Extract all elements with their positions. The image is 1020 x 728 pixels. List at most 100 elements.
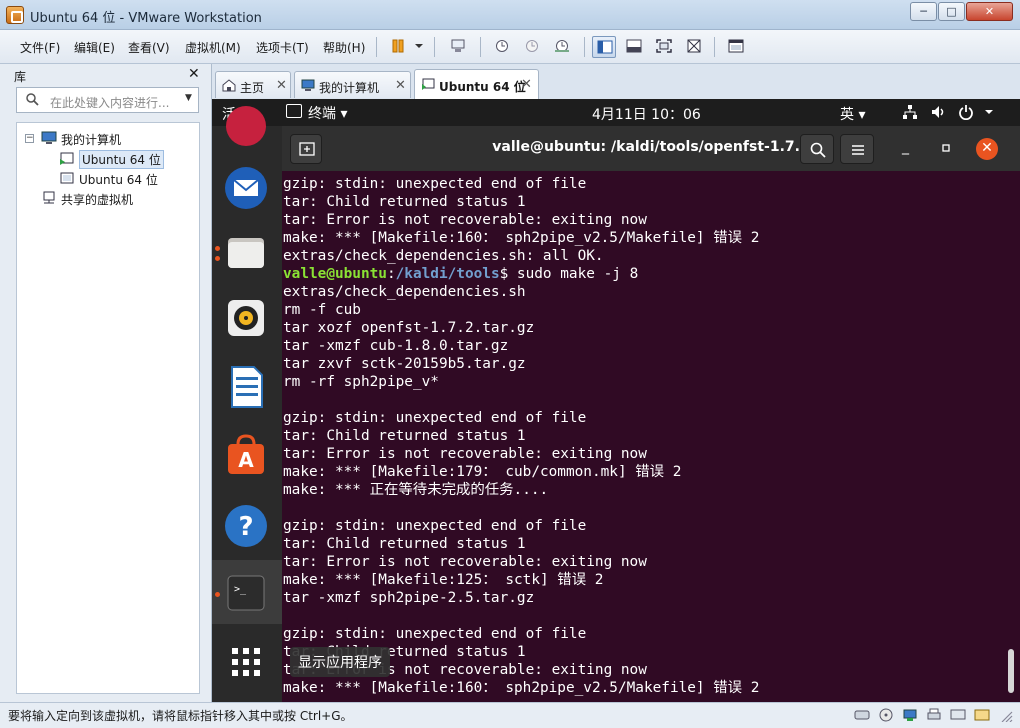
ubuntu-software-icon: A [228,434,264,474]
thumbnail-view-icon [626,39,642,53]
menu-vm[interactable]: 虚拟机(M) [185,39,241,56]
terminal-line: rm -f cub [283,302,361,318]
terminal-line: make: *** [Makefile:160： sph2pipe_v2.5/M… [283,230,760,246]
terminal-header-bar: valle@ubuntu: /kaldi/tools/openfst-1.7.2… [282,126,1020,171]
menu-view[interactable]: 查看(V) [128,39,170,56]
tab-close-icon[interactable]: ✕ [276,78,287,93]
dock-terminal[interactable]: >_ [222,568,270,616]
chevron-down-icon[interactable]: ▼ [185,93,192,103]
dock-rhythmbox[interactable] [222,294,270,342]
menu-tabs[interactable]: 选项卡(T) [256,39,309,56]
terminal-output[interactable]: gzip: stdin: unexpected end of file tar:… [282,171,1020,702]
window-title: Ubuntu 64 位 - VMware Workstation [30,11,262,26]
terminal-icon: >_ [227,575,265,611]
take-snapshot-button[interactable] [490,36,514,58]
dock-firefox[interactable] [222,102,270,150]
tab-home[interactable]: 主页 ✕ [215,71,291,98]
terminal-line: gzip: stdin: unexpected end of file [283,410,587,426]
computer-icon [301,79,315,91]
menu-help[interactable]: 帮助(H) [323,39,365,56]
tree-item-vm-ubuntu-2[interactable]: Ubuntu 64 位 [17,169,197,189]
power-icon[interactable] [958,104,974,120]
power-dropdown[interactable] [410,36,426,58]
display-icon[interactable] [950,708,966,722]
firefox-icon [226,106,266,146]
network-icon[interactable] [902,104,918,120]
dock-ubuntu-software[interactable]: A [222,432,270,480]
console-view-button[interactable] [724,36,748,58]
menu-edit[interactable]: 编辑(E) [74,39,115,56]
fullscreen-button[interactable] [652,36,676,58]
snapshot-manager-icon [555,40,569,52]
prompt-user: valle@ubuntu [283,266,387,282]
printer-icon[interactable] [926,708,942,722]
cd-drive-icon[interactable] [878,708,894,722]
terminal-menu-button[interactable] [840,134,874,164]
terminal-line: make: *** [Makefile:179： cub/common.mk] … [283,464,682,480]
thunderbird-icon [225,167,267,209]
dock-show-applications[interactable] [222,638,270,686]
tab-label: Ubuntu 64 位 [439,80,526,94]
tab-close-icon[interactable]: ✕ [395,78,406,93]
terminal-line: gzip: stdin: unexpected end of file [283,626,587,642]
terminal-line: tar xozf openfst-1.7.2.tar.gz [283,320,535,336]
tree-item-vm-ubuntu-1[interactable]: Ubuntu 64 位 [17,149,197,169]
message-icon[interactable] [974,708,990,722]
show-applications-tooltip: 显示应用程序 [290,647,390,677]
thumbnail-view-button[interactable] [622,36,646,58]
chevron-down-icon[interactable] [984,104,994,120]
menu-file[interactable]: 文件(F) [20,39,60,56]
terminal-maximize-button[interactable] [937,139,955,157]
dock-thunderbird[interactable] [222,164,270,212]
library-search-input[interactable]: 在此处键入内容进行... ▼ [16,87,199,113]
app-grid-icon [232,648,260,676]
computer-icon [41,131,57,144]
tree-item-my-computer[interactable]: − 我的计算机 [17,129,197,149]
terminal-minimize-button[interactable]: _ [902,139,920,157]
terminal-line: extras/check_dependencies.sh: all OK. [283,248,604,264]
library-close-button[interactable]: ✕ [188,66,200,82]
terminal-line: make: *** [Makefile:125： sctk] 错误 2 [283,572,604,588]
vm-screen[interactable]: 活动 终端 ▾ 4月11日 10：06 英 ▾ A ? [212,99,1020,702]
help-icon: ? [225,505,267,547]
tree-item-shared-vms[interactable]: 共享的虚拟机 [17,189,197,209]
send-ctrl-alt-del-button[interactable] [446,36,470,58]
terminal-close-button[interactable]: ✕ [976,138,998,160]
terminal-search-button[interactable] [800,134,834,164]
tree-item-label: 我的计算机 [61,133,122,147]
clock[interactable]: 4月11日 10：06 [592,104,701,124]
pause-icon [392,39,404,53]
resize-grip-icon[interactable] [998,708,1014,722]
snapshot-manager-button[interactable] [550,36,574,58]
network-adapter-icon[interactable] [902,708,918,722]
dock-help[interactable]: ? [222,502,270,550]
tab-ubuntu[interactable]: Ubuntu 64 位 ✕ [414,69,539,99]
revert-snapshot-button[interactable] [520,36,544,58]
app-menu[interactable]: 终端 ▾ [308,103,347,123]
library-view-button[interactable] [592,36,616,58]
tab-close-icon[interactable]: ✕ [521,77,532,92]
terminal-line: tar: Error is not recoverable: exiting n… [283,212,647,228]
terminal-line: tar -xmzf cub-1.8.0.tar.gz [283,338,509,354]
search-placeholder: 在此处键入内容进行... [50,96,170,110]
minimize-button[interactable]: ─ [910,2,937,21]
terminal-scrollbar[interactable] [1008,649,1014,693]
terminal-line: make: *** 正在等待未完成的任务.... [283,482,549,498]
hard-disk-icon[interactable] [854,708,870,722]
search-icon [26,93,39,106]
dock-libreoffice-writer[interactable] [222,363,270,411]
pause-button[interactable] [386,36,410,58]
tab-my-computer[interactable]: 我的计算机 ✕ [294,71,411,98]
close-button[interactable]: ✕ [966,2,1013,21]
ubuntu-dock: A ? >_ [212,106,282,702]
input-method-indicator[interactable]: 英 ▾ [840,104,865,124]
unity-button[interactable] [682,36,706,58]
dock-files[interactable] [222,228,270,276]
files-icon [228,238,264,268]
console-view-icon [728,39,744,53]
volume-icon[interactable] [930,104,946,120]
terminal-app-icon [286,104,302,118]
tree-expander[interactable]: − [25,134,34,143]
maximize-button[interactable]: □ [938,2,965,21]
vmware-app-icon [6,6,24,24]
